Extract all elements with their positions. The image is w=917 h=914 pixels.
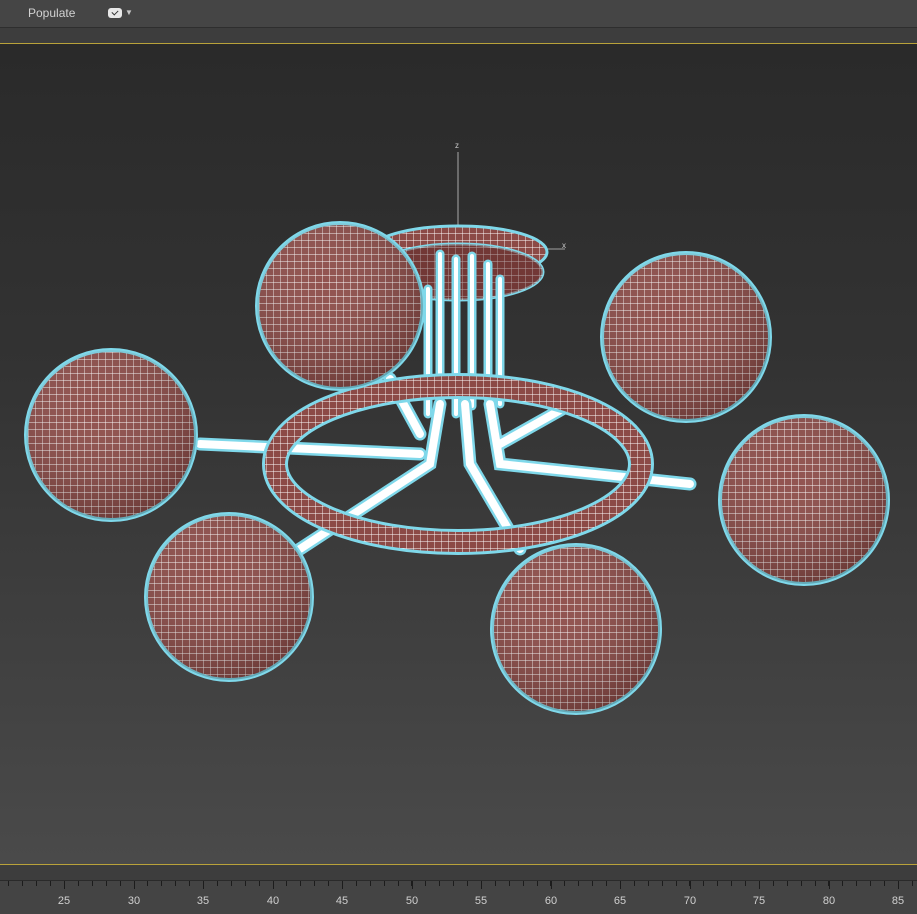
timeline-minor-tick	[398, 881, 399, 886]
timeline-minor-tick	[22, 881, 23, 886]
timeline-frame-label: 65	[613, 895, 627, 907]
timeline-minor-tick	[606, 881, 607, 886]
timeline-minor-tick	[356, 881, 357, 886]
timeline-frame-label: 30	[127, 895, 141, 907]
timeline-minor-tick	[523, 881, 524, 886]
timeline-minor-tick	[592, 881, 593, 886]
timeline-minor-tick	[50, 881, 51, 886]
timeline-minor-tick	[147, 881, 148, 886]
ribbon-panel	[0, 28, 917, 43]
timeline-minor-tick	[578, 881, 579, 886]
z-axis-label: z	[455, 141, 459, 150]
timeline-minor-tick	[495, 881, 496, 886]
timeline-minor-tick	[509, 881, 510, 886]
globe-bottom-center	[490, 543, 662, 715]
timeline-frame-label: 25	[57, 895, 71, 907]
timeline-minor-tick	[314, 881, 315, 886]
globe-left	[24, 348, 198, 522]
perspective-viewport[interactable]: z x	[0, 43, 917, 865]
timeline-minor-tick	[773, 881, 774, 886]
timeline-major-tick	[273, 881, 274, 889]
timeline-minor-tick	[439, 881, 440, 886]
chevron-down-icon: ▼	[125, 8, 133, 17]
timeline-minor-tick	[217, 881, 218, 886]
timeline-major-tick	[551, 881, 552, 889]
timeline-minor-tick	[92, 881, 93, 886]
globe-top-right	[600, 251, 772, 423]
timeline-minor-tick	[245, 881, 246, 886]
timeline-major-tick	[203, 881, 204, 889]
timeline-minor-tick	[8, 881, 9, 886]
ribbon-bar: Populate ▼	[0, 0, 917, 28]
timeline-major-tick	[481, 881, 482, 889]
timeline-minor-tick	[537, 881, 538, 886]
timeline-minor-tick	[912, 881, 913, 886]
timeline-minor-tick	[787, 881, 788, 886]
timeline-frame-label: 40	[266, 895, 280, 907]
timeline-minor-tick	[717, 881, 718, 886]
timeline-minor-tick	[467, 881, 468, 886]
timeline-minor-tick	[842, 881, 843, 886]
timeline-major-tick	[412, 881, 413, 889]
timeline-minor-tick	[300, 881, 301, 886]
globe-bottom-left	[144, 512, 314, 682]
timeline-minor-tick	[120, 881, 121, 886]
populate-tab[interactable]: Populate	[22, 5, 81, 21]
timeline-minor-tick	[36, 881, 37, 886]
timeline-minor-tick	[106, 881, 107, 886]
timeline-minor-tick	[453, 881, 454, 886]
timeline-major-tick	[342, 881, 343, 889]
timeline-minor-tick	[648, 881, 649, 886]
timeline-frame-label: 35	[196, 895, 210, 907]
timeline-minor-tick	[815, 881, 816, 886]
timeline-minor-tick	[286, 881, 287, 886]
timeline-frame-label: 55	[474, 895, 488, 907]
timeline-minor-tick	[703, 881, 704, 886]
ribbon-toggle-button[interactable]: ▼	[108, 6, 133, 20]
timeline-minor-tick	[328, 881, 329, 886]
timeline-frame-label: 80	[822, 895, 836, 907]
timeline-minor-tick	[231, 881, 232, 886]
timeline-minor-tick	[384, 881, 385, 886]
globe-right	[718, 414, 890, 586]
viewport-scene	[24, 152, 890, 715]
timeline-minor-tick	[175, 881, 176, 886]
timeline-frame-label: 70	[683, 895, 697, 907]
track-bar-gap	[0, 865, 917, 880]
ribbon-toggle-icon	[108, 8, 122, 18]
timeline-major-tick	[759, 881, 760, 889]
timeline-frame-label: 85	[891, 895, 905, 907]
timeline-frame-label: 60	[544, 895, 558, 907]
timeline-minor-tick	[78, 881, 79, 886]
timeline-minor-tick	[425, 881, 426, 886]
timeline-ruler[interactable]: 25 30 35 40 45 50 55 60 65 70 75 80 85	[0, 880, 917, 914]
timeline-minor-tick	[676, 881, 677, 886]
timeline-minor-tick	[259, 881, 260, 886]
globe-top-left	[255, 221, 425, 391]
timeline-minor-tick	[161, 881, 162, 886]
timeline-minor-tick	[662, 881, 663, 886]
timeline-minor-tick	[370, 881, 371, 886]
timeline-major-tick	[64, 881, 65, 889]
timeline-minor-tick	[189, 881, 190, 886]
timeline-minor-tick	[801, 881, 802, 886]
timeline-minor-tick	[884, 881, 885, 886]
timeline-major-tick	[134, 881, 135, 889]
timeline-minor-tick	[634, 881, 635, 886]
timeline-frame-label: 75	[752, 895, 766, 907]
x-axis-label: x	[562, 241, 566, 250]
timeline-minor-tick	[856, 881, 857, 886]
timeline-major-tick	[829, 881, 830, 889]
timeline-frame-label: 50	[405, 895, 419, 907]
timeline-major-tick	[620, 881, 621, 889]
timeline-minor-tick	[745, 881, 746, 886]
timeline-minor-tick	[731, 881, 732, 886]
timeline-minor-tick	[870, 881, 871, 886]
timeline-major-tick	[690, 881, 691, 889]
timeline-major-tick	[898, 881, 899, 889]
timeline-frame-label: 45	[335, 895, 349, 907]
timeline-minor-tick	[564, 881, 565, 886]
